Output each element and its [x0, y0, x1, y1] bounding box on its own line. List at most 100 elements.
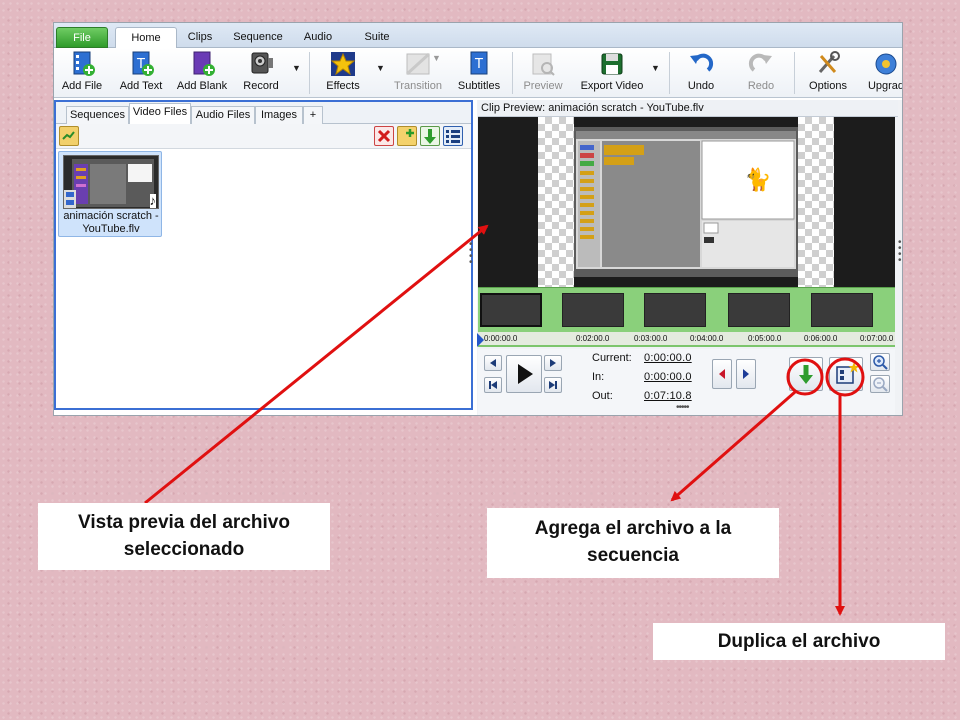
redo-button[interactable]: Redo — [740, 50, 782, 96]
timeline-tick: 0:03:00.0 — [634, 334, 668, 343]
preview-callout: Vista previa del archivo seleccionado — [38, 503, 330, 570]
add-to-sequence-callout: Agrega el archivo a la secuencia — [487, 508, 779, 578]
tab-home[interactable]: Home — [115, 27, 177, 49]
tab-audio[interactable]: Audio — [296, 27, 340, 48]
audio-note-icon: ♪ — [149, 193, 156, 208]
toolbar-separator — [669, 52, 670, 94]
playback-controls: Current: 0:00:00.0 In: 0:00:00.0 Out: 0:… — [478, 349, 895, 415]
toolbar-separator — [512, 52, 513, 94]
undo-label: Undo — [687, 80, 715, 92]
in-point-value[interactable]: 0:00:00.0 — [644, 371, 692, 383]
delete-icon[interactable] — [374, 126, 394, 146]
add-blank-button[interactable]: Add Blank — [176, 50, 228, 96]
svg-text:T: T — [474, 57, 483, 72]
subtitles-icon: T — [470, 51, 488, 75]
play-button[interactable] — [506, 355, 542, 393]
out-point-value[interactable]: 0:07:10.8 — [644, 390, 692, 402]
upgrade-button[interactable]: Upgrad — [864, 50, 903, 96]
effects-button[interactable]: Effects — [320, 50, 366, 96]
transition-label: Transition — [394, 80, 442, 92]
preview-callout-line2: seleccionado — [123, 539, 245, 560]
timeline-tick: 0:00:00.0 — [484, 334, 518, 343]
move-down-icon[interactable] — [420, 126, 440, 146]
filmstrip[interactable] — [478, 287, 895, 332]
options-button[interactable]: Options — [806, 50, 850, 96]
clip-preview-panel: Clip Preview: animación scratch - YouTub… — [477, 100, 902, 415]
letterbox-right — [798, 117, 834, 287]
zoom-out-icon — [873, 377, 888, 392]
home-toolbar: Add File T Add Text Add Blank Record ▼ E… — [54, 48, 903, 98]
tab-sequences[interactable]: Sequences — [66, 106, 129, 124]
upgrade-label: Upgrad — [867, 80, 903, 92]
preview-button[interactable]: Preview — [520, 50, 566, 96]
media-tabs: Sequences Video Files Audio Files Images… — [56, 102, 471, 124]
step-back-button[interactable] — [484, 355, 502, 371]
add-file-label: Add File — [61, 80, 103, 92]
set-in-point-button[interactable] — [712, 359, 732, 389]
play-icon — [518, 364, 533, 384]
splitter-grip[interactable]: • • • • — [469, 240, 475, 268]
set-out-point-button[interactable] — [736, 359, 756, 389]
zoom-in-icon — [873, 355, 888, 370]
record-button[interactable]: Record — [238, 50, 284, 96]
playhead-marker[interactable] — [477, 333, 484, 347]
zoom-in-button[interactable] — [870, 353, 890, 371]
add-file-button[interactable]: Add File — [58, 50, 106, 96]
clip-preview-title: Clip Preview: animación scratch - YouTub… — [478, 100, 898, 117]
open-folder-icon[interactable] — [59, 126, 79, 146]
subtitles-button[interactable]: T Subtitles — [454, 50, 504, 96]
tab-images[interactable]: Images — [255, 106, 303, 124]
undo-icon — [690, 53, 714, 72]
video-file-item[interactable]: ♪ animación scratch - YouTube.flv — [58, 151, 162, 237]
filmstrip-frame[interactable] — [811, 293, 873, 327]
record-icon — [251, 52, 273, 74]
timeline-tick: 0:07:00.0 — [860, 334, 894, 343]
duplicate-clip-button[interactable] — [829, 357, 863, 391]
add-to-sequence-icon — [799, 365, 813, 384]
record-dropdown-arrow[interactable]: ▼ — [292, 63, 301, 73]
add-text-button[interactable]: T Add Text — [116, 50, 166, 96]
video-preview-frame[interactable]: 🐈 — [478, 117, 895, 287]
set-out-icon — [743, 369, 749, 379]
add-callout-line1: Agrega el archivo a la — [534, 518, 732, 539]
tab-clips[interactable]: Clips — [180, 27, 220, 48]
export-dropdown-arrow[interactable]: ▼ — [651, 63, 660, 73]
tab-sequence[interactable]: Sequence — [228, 27, 288, 48]
redo-label: Redo — [747, 80, 775, 92]
filmstrip-frame[interactable] — [728, 293, 790, 327]
undo-button[interactable]: Undo — [680, 50, 722, 96]
add-file-icon — [73, 51, 95, 76]
right-splitter-grip[interactable]: • • • • — [898, 238, 902, 266]
skip-end-button[interactable] — [544, 377, 562, 393]
record-label: Record — [243, 80, 279, 92]
tab-file[interactable]: File — [56, 27, 108, 48]
step-forward-button[interactable] — [544, 355, 562, 371]
tab-audio-files[interactable]: Audio Files — [191, 106, 255, 124]
add-text-label: Add Text — [119, 80, 163, 92]
effects-star-icon — [330, 52, 356, 76]
add-blank-icon — [193, 51, 215, 76]
list-view-icon[interactable] — [443, 126, 463, 146]
filmstrip-frame[interactable] — [562, 293, 624, 327]
effects-dropdown-arrow[interactable]: ▼ — [376, 63, 385, 73]
export-video-button[interactable]: Export Video — [578, 50, 646, 96]
timeline-tick: 0:06:00.0 — [804, 334, 838, 343]
tab-suite[interactable]: Suite — [355, 27, 399, 48]
timeline-ruler[interactable]: 0:00:00.0 0:02:00.0 0:03:00.0 0:04:00.0 … — [478, 332, 895, 347]
filmstrip-frame[interactable] — [480, 293, 542, 327]
add-to-sequence-button[interactable] — [789, 357, 823, 391]
scratch-cat-sprite: 🐈 — [744, 167, 771, 193]
tab-video-files[interactable]: Video Files — [129, 103, 191, 124]
zoom-out-button[interactable] — [870, 375, 890, 393]
preview-callout-line1: Vista previa del archivo — [78, 512, 290, 533]
toolbar-separator — [309, 52, 310, 94]
tab-add[interactable]: + — [303, 106, 323, 124]
bottom-splitter-grip[interactable]: ••••• — [676, 403, 689, 413]
videopad-window: File Home Clips Sequence Audio Suite Add… — [53, 22, 903, 416]
current-time-value[interactable]: 0:00:00.0 — [644, 352, 692, 364]
filmstrip-frame[interactable] — [644, 293, 706, 327]
skip-start-button[interactable] — [484, 377, 502, 393]
transition-dropdown-arrow[interactable]: ▼ — [432, 53, 441, 63]
transition-icon — [405, 52, 431, 76]
new-folder-icon[interactable] — [397, 126, 417, 146]
